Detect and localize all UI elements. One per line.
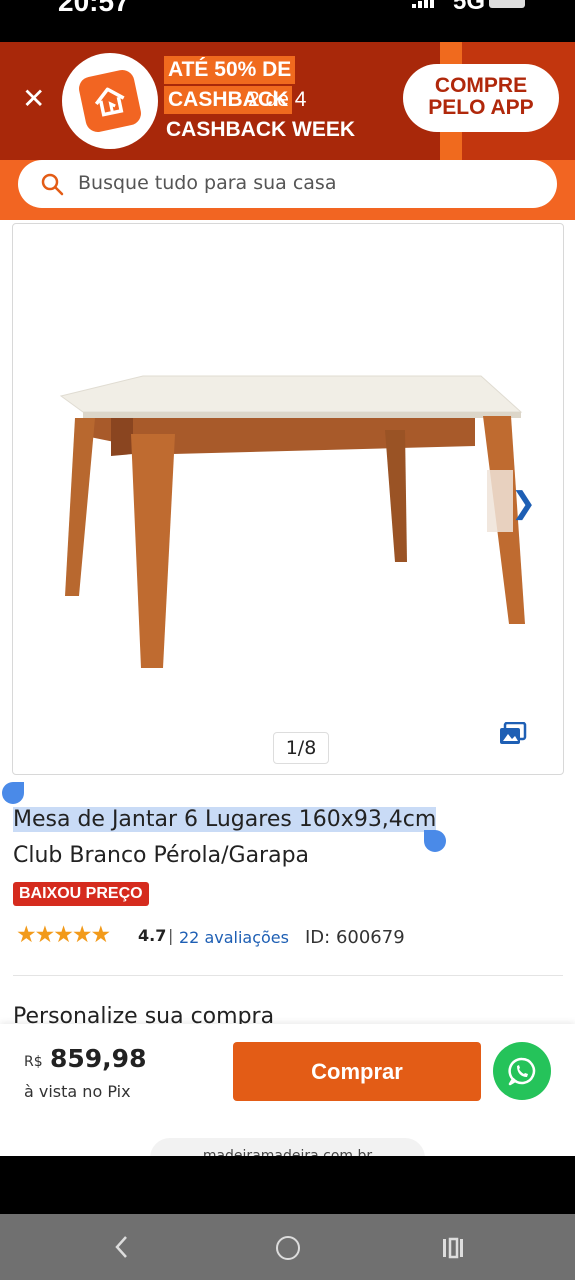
promo-pager: 2 de 4 — [248, 88, 307, 111]
star-icon: ★ — [16, 922, 37, 948]
rating-stars: ★★★★★ — [16, 922, 112, 948]
star-icon: ★ — [90, 922, 112, 948]
rating-row: ★★★★★ 4.7 | 22 avaliações ID: 600679 — [16, 922, 561, 952]
promo-headline: ATÉ 50% DE — [164, 56, 296, 84]
search-placeholder: Busque tudo para sua casa — [78, 172, 337, 194]
purchase-bar: R$ 859,98 à vista no Pix Comprar madeira… — [0, 1024, 575, 1156]
domain-pill[interactable]: madeiramadeira.com.br — [150, 1138, 425, 1156]
signal-icon — [412, 0, 438, 8]
domain-text: madeiramadeira.com.br — [202, 1148, 373, 1156]
price-drop-badge: BAIXOU PREÇO — [13, 882, 149, 906]
price-currency: R$ — [24, 1054, 43, 1070]
search-icon — [41, 173, 64, 196]
selection-handle-end[interactable] — [424, 830, 446, 852]
battery-icon — [489, 0, 525, 8]
app-button-line1: COMPRE — [434, 74, 528, 97]
product-page[interactable]: ❯ 1/8 Mesa de Jantar 6 Lugares 160x93,4c… — [0, 220, 575, 1156]
search-input[interactable]: Busque tudo para sua casa — [18, 160, 557, 208]
close-icon[interactable]: ✕ — [22, 85, 58, 113]
product-image-gallery[interactable]: ❯ 1/8 — [12, 223, 564, 775]
image-counter: 1/8 — [273, 732, 329, 764]
back-icon[interactable] — [112, 1234, 132, 1260]
network-label: 5G — [452, 0, 485, 15]
rating-separator: | — [168, 926, 174, 945]
promo-banner[interactable]: ✕ ATÉ 50% DE CASHBACK 2 de 4 CASHBACK WE… — [0, 42, 575, 160]
system-nav-bar — [0, 1214, 575, 1280]
status-bar: 20:57 5G — [0, 0, 575, 42]
status-time: 20:57 — [58, 0, 130, 17]
reviews-link[interactable]: 22 avaliações — [179, 928, 289, 947]
home-icon[interactable] — [276, 1236, 300, 1260]
promo-subtitle: CASHBACK WEEK — [166, 118, 355, 141]
divider — [13, 975, 563, 976]
whatsapp-button[interactable] — [493, 1042, 551, 1100]
product-title: Mesa de Jantar 6 Lugares 160x93,4cm Club… — [13, 802, 553, 874]
product-title-line2: Club Branco Pérola/Garapa — [13, 843, 310, 868]
rating-value: 4.7 — [138, 926, 167, 945]
whatsapp-icon — [508, 1057, 536, 1086]
app-logo — [62, 53, 158, 149]
screen-gap — [0, 1156, 575, 1214]
star-icon: ★ — [53, 922, 74, 948]
app-button-line2: PELO APP — [428, 96, 534, 119]
product-image — [59, 375, 525, 668]
photos-icon[interactable] — [499, 722, 527, 746]
home-logo-icon — [94, 87, 125, 117]
star-icon: ★ — [34, 922, 56, 948]
price-value: 859,98 — [50, 1044, 147, 1073]
chevron-right-icon[interactable]: ❯ — [511, 486, 536, 521]
payment-note: à vista no Pix — [24, 1082, 131, 1101]
star-icon: ★ — [71, 922, 93, 948]
buy-in-app-button[interactable]: COMPRE PELO APP — [403, 64, 559, 132]
selection-handle-start[interactable] — [2, 782, 24, 804]
search-bar: Busque tudo para sua casa — [0, 160, 575, 220]
recents-icon[interactable] — [441, 1236, 465, 1260]
buy-button[interactable]: Comprar — [233, 1042, 481, 1101]
product-id: ID: 600679 — [305, 927, 405, 948]
product-title-line1: Mesa de Jantar 6 Lugares 160x93,4cm — [13, 807, 437, 832]
